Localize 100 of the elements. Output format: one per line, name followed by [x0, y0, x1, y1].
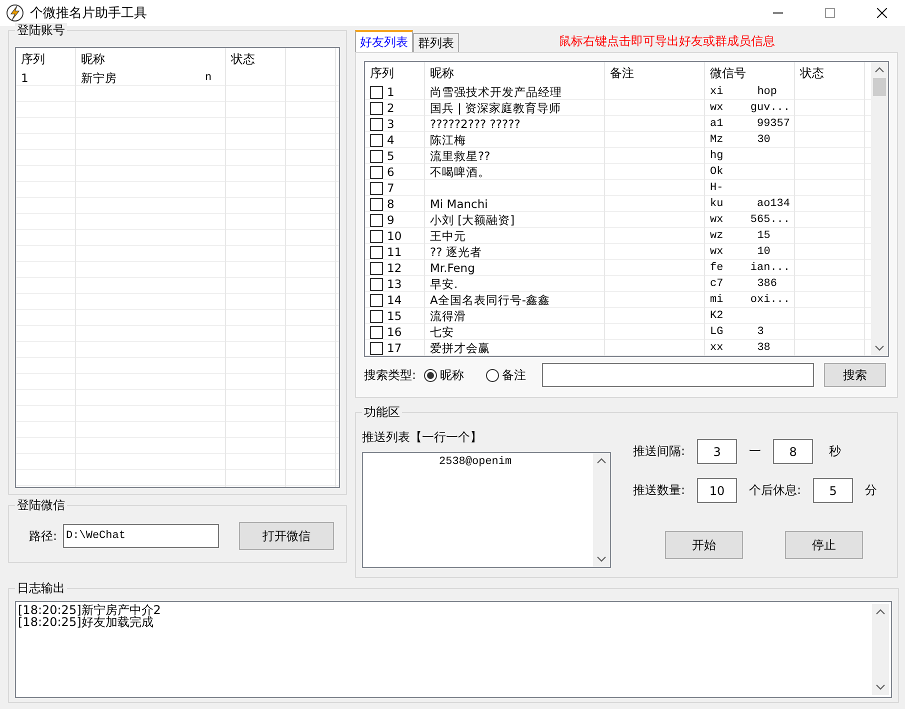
log-line: [18:20:25]好友加载完成	[18, 616, 154, 628]
scroll-thumb[interactable]	[873, 78, 886, 96]
push-list-label: 推送列表【一行一个】	[362, 429, 483, 446]
radio-option[interactable]: 备注	[486, 366, 526, 384]
table-cell: a1	[710, 118, 724, 130]
stop-button[interactable]: 停止	[785, 531, 863, 559]
checkbox[interactable]	[370, 166, 383, 178]
table-cell: LG	[710, 326, 724, 338]
interval-max-field[interactable]: 8	[773, 439, 814, 464]
table-cell: 早安.	[430, 276, 458, 292]
seconds-label: 秒	[829, 443, 842, 460]
scrollbar[interactable]	[871, 62, 888, 356]
lightning-icon	[6, 4, 24, 22]
table-cell: 99357	[756, 118, 790, 130]
scrollbar[interactable]	[872, 604, 889, 695]
checkbox[interactable]	[370, 118, 383, 130]
checkbox[interactable]	[370, 342, 383, 354]
checkbox[interactable]	[370, 294, 383, 306]
table-cell: wx	[710, 246, 724, 258]
scroll-up-icon[interactable]	[597, 458, 606, 464]
count-field[interactable]: 10	[697, 478, 738, 503]
column-header[interactable]: 昵称	[76, 48, 226, 70]
table-cell: 10	[387, 229, 402, 243]
table-cell: 5	[387, 149, 394, 163]
checkbox[interactable]	[370, 278, 383, 290]
checkbox[interactable]	[370, 326, 383, 338]
checkbox[interactable]	[370, 150, 383, 162]
table-cell: Ok	[710, 166, 724, 178]
search-type-label: 搜索类型:	[364, 366, 416, 384]
table-cell: 小刘 [大额融资]	[430, 212, 515, 228]
checkbox[interactable]	[370, 102, 383, 114]
table-cell: 流里救星??	[430, 148, 490, 164]
open-wechat-button[interactable]: 打开微信	[239, 522, 334, 550]
table-cell: 17	[387, 341, 402, 355]
table-cell: 9	[387, 213, 394, 227]
table-cell: 565...	[750, 214, 790, 226]
column-header[interactable]: 序列	[365, 62, 425, 84]
scroll-down-icon[interactable]	[597, 556, 606, 562]
checkbox[interactable]	[370, 230, 383, 242]
rest-label: 个后休息:	[749, 482, 802, 499]
interval-min-field[interactable]: 3	[697, 439, 738, 464]
table-cell: wx	[710, 214, 724, 226]
table-cell: 30	[757, 134, 770, 146]
table-cell: 15	[757, 230, 770, 242]
table-cell: A全国名表同行号-鑫鑫	[430, 292, 550, 308]
scrollbar[interactable]	[593, 453, 610, 567]
table-cell: 王中元	[430, 228, 466, 244]
table-cell: 陈江梅	[430, 132, 466, 148]
search-field[interactable]	[542, 363, 814, 387]
table-cell-text: 1	[20, 70, 30, 86]
table-cell: 6	[387, 165, 394, 179]
column-header[interactable]: 状态	[226, 48, 286, 70]
table-cell: 不喝啤酒。	[430, 164, 490, 180]
table-cell: 13	[387, 277, 402, 291]
scroll-down-icon[interactable]	[876, 684, 885, 690]
path-field[interactable]: D:\WeChat	[63, 524, 220, 548]
search-button[interactable]: 搜索	[824, 363, 886, 387]
checkbox[interactable]	[370, 246, 383, 258]
checkbox[interactable]	[370, 182, 383, 194]
path-label: 路径:	[29, 528, 58, 544]
tab[interactable]: 好友列表	[355, 30, 413, 52]
table-cell: 3	[387, 117, 394, 131]
column-header[interactable]: 昵称	[425, 62, 605, 84]
start-button[interactable]: 开始	[665, 531, 743, 559]
group-title: 功能区	[362, 405, 402, 419]
checkbox[interactable]	[370, 310, 383, 322]
table-cell: guv...	[750, 102, 790, 114]
column-header[interactable]: 序列	[16, 48, 76, 70]
radio-option[interactable]: 昵称	[424, 366, 464, 384]
group-title: 日志输出	[15, 581, 67, 595]
table-cell: mi	[710, 294, 724, 306]
push-list-field[interactable]: 2538@openim	[362, 452, 611, 568]
checkbox[interactable]	[370, 86, 383, 98]
rest-field[interactable]: 5	[813, 478, 854, 503]
table-cell: 15	[387, 309, 402, 323]
tab[interactable]: 群列表	[413, 33, 459, 52]
checkbox[interactable]	[370, 134, 383, 146]
checkbox[interactable]	[370, 214, 383, 226]
table-cell: Mz	[710, 134, 724, 146]
column-header[interactable]: 微信号	[705, 62, 795, 84]
scroll-up-icon[interactable]	[876, 609, 885, 615]
table-cell: hg	[710, 150, 724, 162]
scroll-down-icon[interactable]	[875, 345, 884, 351]
table-cell: 国兵 | 资深家庭教育导师	[430, 100, 562, 116]
table-cell: 2	[387, 101, 394, 115]
table-cell: 尚雪强技术开发产品经理	[430, 84, 562, 100]
checkbox[interactable]	[370, 198, 383, 210]
table-cell: xx	[710, 342, 724, 354]
dash-text: 一	[749, 443, 762, 460]
count-label: 推送数量:	[633, 482, 686, 499]
checkbox[interactable]	[370, 262, 383, 274]
table-cell: ao134	[756, 198, 790, 210]
table-cell: 3	[757, 326, 764, 338]
table-cell: 386	[757, 278, 778, 290]
scroll-up-icon[interactable]	[875, 67, 884, 73]
table-cell: 爱拼才会赢	[430, 340, 490, 356]
column-header[interactable]: 备注	[605, 62, 705, 84]
table-cell: 11	[387, 245, 402, 259]
group-title: 登陆微信	[15, 498, 67, 512]
column-header[interactable]: 状态	[795, 62, 865, 84]
